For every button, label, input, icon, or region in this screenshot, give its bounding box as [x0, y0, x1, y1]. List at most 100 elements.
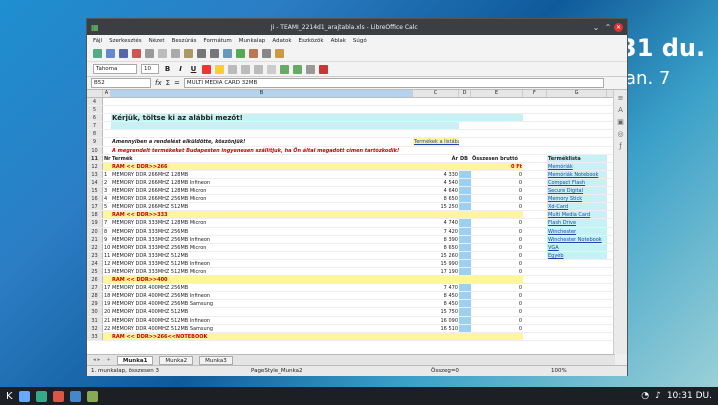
row-header[interactable]: 29: [87, 300, 103, 308]
menu-item[interactable]: Nézet: [149, 38, 165, 44]
category-link[interactable]: Memory Stick: [547, 195, 607, 203]
cell[interactable]: [523, 276, 547, 283]
product-name[interactable]: MEMORY DDR 400MHZ 256MB Infineon: [111, 292, 413, 299]
cell[interactable]: [111, 130, 413, 137]
volume-icon[interactable]: ♪: [655, 391, 661, 401]
menu-item[interactable]: Beszúrás: [172, 38, 197, 44]
save-icon[interactable]: [119, 49, 128, 58]
sort-icon[interactable]: [236, 49, 245, 58]
cell[interactable]: [111, 122, 413, 130]
cell[interactable]: [103, 276, 111, 284]
maximize-icon[interactable]: ⌃: [602, 23, 614, 32]
product-name[interactable]: MEMORY DDR 266MHZ 128MB: [111, 171, 413, 178]
menu-item[interactable]: Formátum: [204, 38, 232, 44]
cell[interactable]: [111, 106, 413, 113]
cell[interactable]: [523, 114, 547, 121]
borders-icon[interactable]: [306, 64, 315, 74]
cell[interactable]: [413, 122, 459, 130]
row-header[interactable]: 15: [87, 187, 103, 195]
cell[interactable]: [547, 114, 607, 121]
cell[interactable]: [103, 122, 111, 129]
taskbar-clock[interactable]: 10:31 DU.: [667, 391, 712, 401]
formula-input[interactable]: MULTI MEDIA CARD 32MB: [183, 78, 604, 88]
quantity-input[interactable]: [459, 267, 471, 276]
cell[interactable]: [103, 114, 111, 121]
row-header[interactable]: 17: [87, 203, 103, 211]
category-link[interactable]: VGA: [547, 243, 607, 251]
row-header[interactable]: 33: [87, 332, 103, 340]
product-name[interactable]: MEMORY DDR 333MHZ 512MB Micron: [111, 268, 413, 275]
menu-item[interactable]: Szerkesztés: [109, 38, 142, 44]
category-link[interactable]: Memóriák Notebook: [547, 170, 607, 178]
quantity-input[interactable]: [459, 235, 471, 243]
col-header-c[interactable]: C: [413, 90, 459, 97]
special-char-icon[interactable]: [262, 49, 271, 58]
cell[interactable]: [547, 130, 607, 137]
office-icon[interactable]: [69, 390, 81, 402]
quantity-input[interactable]: [459, 284, 471, 292]
product-name[interactable]: MEMORY DDR 400MHZ 256MB Samsung: [111, 300, 413, 307]
cell[interactable]: [413, 211, 459, 219]
cell[interactable]: [523, 300, 547, 307]
align-left-icon[interactable]: [228, 64, 237, 74]
cell[interactable]: [471, 138, 523, 145]
product-name[interactable]: MEMORY DDR 400MHZ 512MB: [111, 308, 413, 315]
cell[interactable]: [471, 106, 523, 113]
cell[interactable]: [459, 211, 471, 219]
row-header[interactable]: 8: [87, 130, 103, 138]
cell[interactable]: [523, 228, 547, 235]
functions-icon[interactable]: ƒ: [614, 142, 627, 150]
export-pdf-icon[interactable]: [132, 49, 141, 58]
cell[interactable]: [413, 276, 459, 284]
category-link[interactable]: Winchester Notebook: [547, 235, 607, 243]
row-header[interactable]: 6: [87, 114, 103, 122]
row-header[interactable]: 24: [87, 259, 103, 267]
cell[interactable]: [523, 195, 547, 202]
cell[interactable]: [547, 317, 607, 324]
merge-icon[interactable]: [267, 64, 276, 74]
quantity-input[interactable]: [459, 316, 471, 324]
menu-item[interactable]: Eszközök: [299, 38, 324, 44]
quantity-input[interactable]: [459, 308, 471, 316]
product-name[interactable]: MEMORY DDR 333MHZ 256MB: [111, 228, 413, 235]
cell[interactable]: [413, 130, 459, 137]
col-header-a[interactable]: A: [103, 90, 111, 97]
cell[interactable]: [103, 332, 111, 340]
row-header[interactable]: 14: [87, 178, 103, 187]
row-header[interactable]: 21: [87, 235, 103, 243]
row-header[interactable]: 20: [87, 227, 103, 235]
zoom-level[interactable]: 100%: [551, 368, 567, 374]
category-link[interactable]: Secure Digital: [547, 187, 607, 195]
menu-item[interactable]: Munkalap: [239, 38, 266, 44]
paste-icon[interactable]: [184, 49, 193, 58]
category-link[interactable]: Flash Drive: [547, 219, 607, 227]
row-header[interactable]: 23: [87, 251, 103, 259]
currency-icon[interactable]: [280, 64, 289, 74]
product-name[interactable]: MEMORY DDR 400MHZ 256MB: [111, 284, 413, 291]
align-center-icon[interactable]: [241, 64, 250, 74]
cell[interactable]: [471, 114, 523, 122]
highlight-icon[interactable]: [215, 64, 224, 74]
cell[interactable]: [523, 284, 547, 291]
cell[interactable]: [459, 114, 471, 122]
bg-color-icon[interactable]: [319, 64, 328, 74]
quantity-input[interactable]: [459, 243, 471, 251]
product-name[interactable]: MEMORY DDR 266MHZ 128MB Micron: [111, 187, 413, 194]
tab-sheet[interactable]: Munka3: [199, 355, 233, 365]
row-header[interactable]: 19: [87, 219, 103, 227]
tab-sheet[interactable]: Munka1: [116, 355, 154, 365]
copy-icon[interactable]: [171, 49, 180, 58]
cell[interactable]: [459, 162, 471, 170]
close-icon[interactable]: ✕: [614, 22, 623, 32]
cell[interactable]: [459, 147, 471, 154]
category-link[interactable]: Multi Media Card: [547, 211, 607, 219]
product-name[interactable]: MEMORY DDR 333MHZ 256MB Micron: [111, 244, 413, 251]
quantity-input[interactable]: [459, 203, 471, 211]
equals-icon[interactable]: =: [174, 79, 180, 87]
cell[interactable]: [523, 106, 547, 113]
network-icon[interactable]: ◔: [641, 391, 649, 401]
cell[interactable]: [523, 187, 547, 194]
category-link[interactable]: Xd-Card: [547, 203, 607, 211]
row-header[interactable]: 31: [87, 316, 103, 324]
cell[interactable]: [103, 106, 111, 113]
